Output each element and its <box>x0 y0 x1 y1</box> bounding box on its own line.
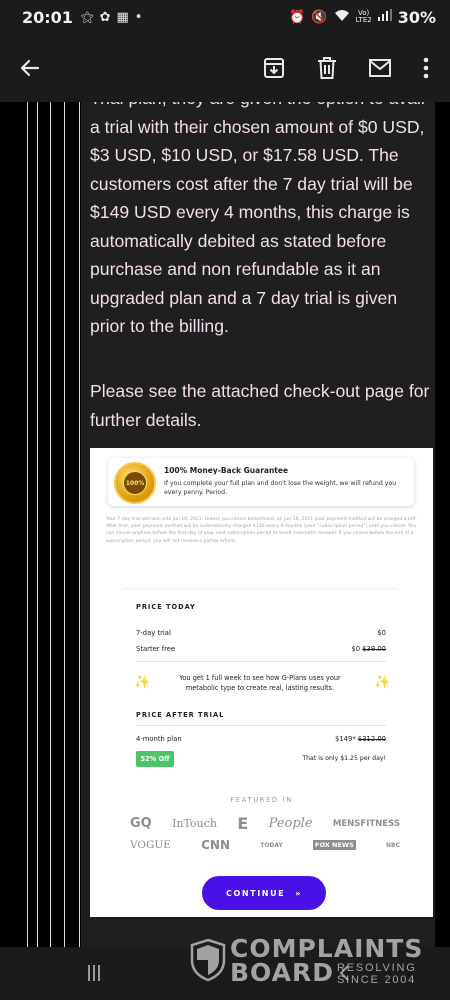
divider <box>136 661 386 662</box>
notification-dot-icon: • <box>134 9 143 25</box>
continue-label: CONTINUE <box>225 888 286 898</box>
price-summary: PRICE TODAY 7-day trial $0 Starter free … <box>122 588 398 776</box>
trial-week-note: You get 1 full week to see how G-Plans u… <box>179 674 341 692</box>
intouch-logo: InTouch <box>172 817 217 830</box>
signal-icon <box>377 9 392 25</box>
guarantee-title: 100% Money-Back Guarantee <box>164 466 289 475</box>
sparkle-icon: ✨ <box>374 675 391 690</box>
quote-line <box>79 102 80 947</box>
price-today-heading: PRICE TODAY <box>136 603 196 611</box>
guarantee-description: If you complete your full plan and don't… <box>164 480 397 496</box>
featured-in-heading: FEATURED IN <box>230 796 293 804</box>
alarm-icon: ⏰ <box>289 9 306 25</box>
sparkle-icon: ✨ <box>134 675 151 690</box>
watermark-line2: BOARD <box>230 958 334 987</box>
watermark-tagline: SINCE 2004 <box>337 974 417 986</box>
plan-row: 4-month plan $149* $312.00 <box>136 735 386 743</box>
quote-line <box>64 102 65 947</box>
plan-price-now: $149* <box>335 735 356 743</box>
trial-label: 7-day trial <box>136 629 171 637</box>
trial-fine-print: Your 7-day trial will last until Jun 16,… <box>106 517 418 544</box>
quote-line <box>37 102 38 947</box>
delete-button[interactable] <box>313 54 341 82</box>
gq-logo: GQ <box>130 816 152 831</box>
e-logo: E <box>237 814 249 833</box>
cnn-logo: CNN <box>201 838 231 852</box>
trial-price: $0 <box>377 629 386 637</box>
status-bar: 20:01 ⚝ ✿ ▦ • ⏰ 🔇 Vo) LTE2 30% <box>0 0 450 34</box>
email-toolbar <box>0 34 450 102</box>
notification-app2-icon: ✿ <box>99 9 111 25</box>
notification-icons: ⚝ ✿ ▦ • <box>81 10 143 25</box>
back-button[interactable] <box>16 54 44 82</box>
status-right: ⏰ 🔇 Vo) LTE2 30% <box>289 8 436 27</box>
email-content[interactable]: Trial plan, they are given the option to… <box>0 102 450 947</box>
network-bottom: LTE2 <box>355 16 372 24</box>
guarantee-seal-icon: 100% <box>114 462 156 504</box>
quote-line <box>50 102 51 947</box>
guarantee-box: 100% 100% Money-Back Guarantee If you co… <box>108 458 414 506</box>
press-logos-row: VOGUE CNN TODAY FOX NEWS NBC <box>130 838 400 852</box>
continue-button[interactable]: CONTINUE » <box>202 876 326 910</box>
nbc-logo: NBC <box>385 841 400 849</box>
trial-row: 7-day trial $0 <box>136 629 386 637</box>
email-paragraph: Trial plan, they are given the option to… <box>90 102 425 336</box>
starter-price: $0 $39.00 <box>351 645 386 653</box>
trash-icon <box>318 57 336 79</box>
starter-price-old: $39.00 <box>362 645 386 653</box>
price-after-trial-heading: PRICE AFTER TRIAL <box>136 711 225 719</box>
shield-logo-icon <box>190 938 226 982</box>
wifi-icon <box>334 9 350 26</box>
mensfitness-logo: MENSFITNESS <box>332 818 400 829</box>
battery-level: 30% <box>397 7 436 27</box>
mark-unread-button[interactable] <box>366 54 394 82</box>
discount-badge: 52% Off <box>136 751 174 767</box>
notification-app-icon: ⚝ <box>80 9 94 25</box>
recent-apps-button[interactable] <box>88 965 108 983</box>
press-logos-row: GQ InTouch E People MENSFITNESS <box>130 814 400 833</box>
today-logo: TODAY <box>260 841 283 849</box>
plan-label: 4-month plan <box>136 735 182 743</box>
people-logo: People <box>268 816 313 831</box>
notification-calendar-icon: ▦ <box>116 9 129 25</box>
email-paragraph: Please see the attached check-out page f… <box>90 381 430 430</box>
plan-price-old: $312.00 <box>357 735 386 743</box>
archive-button[interactable] <box>260 54 288 82</box>
starter-price-now: $0 <box>351 645 361 653</box>
more-options-button[interactable] <box>412 54 440 82</box>
envelope-icon <box>369 59 391 77</box>
watermark-tagline: RESOLVING <box>337 962 417 974</box>
starter-label: Starter free <box>136 645 176 653</box>
fox-news-logo: FOX NEWS <box>313 840 356 850</box>
recents-bar <box>88 965 90 981</box>
double-chevron-right-icon: » <box>295 888 303 898</box>
archive-download-icon <box>264 58 284 78</box>
status-time: 20:01 <box>22 7 73 27</box>
recents-bar <box>93 965 95 981</box>
starter-row: Starter free $0 $39.00 <box>136 645 386 653</box>
arrow-left-icon <box>20 59 40 77</box>
guarantee-seal-text: 100% <box>123 471 147 495</box>
mute-icon: 🔇 <box>311 9 328 25</box>
network-type: Vo) LTE2 <box>356 10 372 24</box>
complaintsboard-watermark: COMPLAINTS BOARD RESOLVING SINCE 2004 <box>188 934 422 996</box>
divider <box>136 725 386 726</box>
per-day-price: That is only $1.25 per day! <box>302 755 386 762</box>
attached-checkout-image[interactable]: 100% 100% Money-Back Guarantee If you co… <box>90 448 433 917</box>
more-vert-icon <box>423 57 429 79</box>
quote-line <box>27 102 28 947</box>
plan-price: $149* $312.00 <box>335 735 386 743</box>
vogue-logo: VOGUE <box>130 839 171 851</box>
recents-bar <box>98 965 100 981</box>
